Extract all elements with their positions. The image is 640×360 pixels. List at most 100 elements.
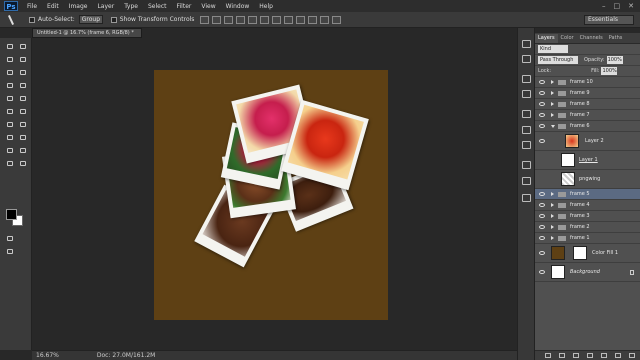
expand-arrow-icon[interactable] — [551, 113, 554, 117]
fill-field[interactable]: 100% — [601, 67, 618, 75]
layer-group-frame-7[interactable]: frame 7 — [535, 110, 640, 121]
distribute-right-icon[interactable] — [332, 15, 342, 24]
character-panel-icon[interactable] — [522, 75, 531, 83]
layer-group-frame-9[interactable]: frame 9 — [535, 88, 640, 99]
expand-arrow-icon[interactable] — [551, 80, 554, 84]
visibility-eye-icon[interactable] — [539, 139, 545, 143]
brush-tool-icon[interactable] — [18, 81, 28, 90]
new-group-icon[interactable] — [601, 353, 607, 358]
visibility-eye-icon[interactable] — [539, 236, 545, 240]
layer-background[interactable]: Background — [535, 263, 640, 282]
adjustment-layer-icon[interactable] — [587, 353, 593, 358]
crop-tool-icon[interactable] — [5, 68, 15, 77]
close-button[interactable]: ✕ — [628, 2, 634, 10]
menu-edit[interactable]: Edit — [42, 3, 64, 10]
menu-filter[interactable]: Filter — [172, 3, 197, 10]
workspace-dropdown[interactable]: Essentials — [584, 15, 634, 25]
menu-image[interactable]: Image — [64, 3, 93, 10]
info-panel-icon[interactable] — [522, 194, 531, 202]
layer-layer-1[interactable]: Layer 1 — [535, 151, 640, 170]
tool-presets-panel-icon[interactable] — [522, 110, 531, 118]
move-tool-icon[interactable] — [5, 14, 21, 26]
zoom-level[interactable]: 16.67% — [36, 352, 59, 359]
menu-select[interactable]: Select — [143, 3, 172, 10]
expand-arrow-icon[interactable] — [551, 91, 554, 95]
blend-mode-dropdown[interactable]: Pass Through — [538, 56, 578, 64]
visibility-eye-icon[interactable] — [539, 251, 545, 255]
layer-group-frame-3[interactable]: frame 3 — [535, 211, 640, 222]
quick-mask-icon[interactable] — [5, 234, 15, 243]
document-tab[interactable]: Untitled-1 @ 16.7% (frame 6, RGB/8) * — [32, 28, 142, 38]
tab-paths[interactable]: Paths — [606, 34, 626, 43]
visibility-eye-icon[interactable] — [539, 102, 545, 106]
layer-pngwing[interactable]: pngwing — [535, 170, 640, 189]
layer-group-frame-2[interactable]: frame 2 — [535, 222, 640, 233]
blur-tool-icon[interactable] — [5, 120, 15, 129]
hand-tool-icon[interactable] — [5, 159, 15, 168]
add-mask-icon[interactable] — [573, 353, 579, 358]
tab-color[interactable]: Color — [558, 34, 577, 43]
visibility-eye-icon[interactable] — [539, 203, 545, 207]
tab-layers[interactable]: Layers — [535, 34, 558, 43]
actions-panel-icon[interactable] — [522, 55, 531, 63]
distribute-bottom-icon[interactable] — [296, 15, 306, 24]
collapse-arrow-icon[interactable] — [551, 125, 555, 128]
visibility-eye-icon[interactable] — [539, 80, 545, 84]
auto-select-checkbox[interactable] — [29, 16, 35, 23]
menu-view[interactable]: View — [196, 3, 220, 10]
new-layer-icon[interactable] — [615, 353, 621, 358]
align-right-icon[interactable] — [260, 15, 270, 24]
expand-arrow-icon[interactable] — [551, 192, 554, 196]
foreground-color-swatch[interactable] — [6, 209, 17, 220]
visibility-eye-icon[interactable] — [539, 91, 545, 95]
visibility-eye-icon[interactable] — [539, 113, 545, 117]
layer-group-frame-5[interactable]: frame 5 — [535, 189, 640, 200]
opacity-field[interactable]: 100% — [606, 56, 623, 64]
lasso-tool-icon[interactable] — [5, 55, 15, 64]
screen-mode-icon[interactable] — [5, 247, 15, 256]
layer-style-icon[interactable] — [559, 353, 565, 358]
menu-layer[interactable]: Layer — [92, 3, 119, 10]
expand-arrow-icon[interactable] — [551, 214, 554, 218]
menu-help[interactable]: Help — [254, 3, 278, 10]
visibility-eye-icon[interactable] — [539, 192, 545, 196]
delete-layer-icon[interactable] — [629, 353, 635, 358]
tab-channels[interactable]: Channels — [577, 34, 606, 43]
distribute-hcenter-icon[interactable] — [320, 15, 330, 24]
move-tool-icon[interactable] — [18, 42, 28, 51]
quick-select-tool-icon[interactable] — [18, 55, 28, 64]
path-selection-tool-icon[interactable] — [5, 146, 15, 155]
styles-panel-icon[interactable] — [522, 177, 531, 185]
minimize-button[interactable]: – — [602, 2, 606, 10]
visibility-eye-icon[interactable] — [539, 270, 545, 274]
align-vcenter-icon[interactable] — [212, 15, 222, 24]
align-bottom-icon[interactable] — [224, 15, 234, 24]
align-top-icon[interactable] — [200, 15, 210, 24]
visibility-eye-icon[interactable] — [539, 124, 545, 128]
eyedropper-tool-icon[interactable] — [18, 68, 28, 77]
distribute-vcenter-icon[interactable] — [284, 15, 294, 24]
zoom-tool-icon[interactable] — [18, 159, 28, 168]
brush-panel-icon[interactable] — [522, 126, 531, 134]
maximize-button[interactable]: □ — [614, 2, 621, 10]
layer-group-frame-4[interactable]: frame 4 — [535, 200, 640, 211]
menu-window[interactable]: Window — [221, 3, 255, 10]
menu-file[interactable]: File — [22, 3, 42, 10]
align-left-icon[interactable] — [236, 15, 246, 24]
layer-group-frame-1[interactable]: frame 1 — [535, 233, 640, 244]
adjustments-panel-icon[interactable] — [522, 161, 531, 169]
layer-group-frame-8[interactable]: frame 8 — [535, 99, 640, 110]
paragraph-panel-icon[interactable] — [522, 90, 531, 98]
visibility-eye-icon[interactable] — [539, 214, 545, 218]
gradient-tool-icon[interactable] — [18, 107, 28, 116]
layer-color-fill-1[interactable]: Color Fill 1 — [535, 244, 640, 263]
layer-layer-2[interactable]: Layer 2 — [535, 132, 640, 151]
eraser-tool-icon[interactable] — [5, 107, 15, 116]
clone-stamp-tool-icon[interactable] — [5, 94, 15, 103]
shape-tool-icon[interactable] — [18, 146, 28, 155]
history-panel-icon[interactable] — [522, 40, 531, 48]
visibility-eye-icon[interactable] — [539, 225, 545, 229]
type-tool-icon[interactable] — [18, 133, 28, 142]
layer-kind-filter[interactable]: Kind — [538, 45, 568, 53]
auto-select-dropdown[interactable]: Group — [78, 15, 103, 24]
